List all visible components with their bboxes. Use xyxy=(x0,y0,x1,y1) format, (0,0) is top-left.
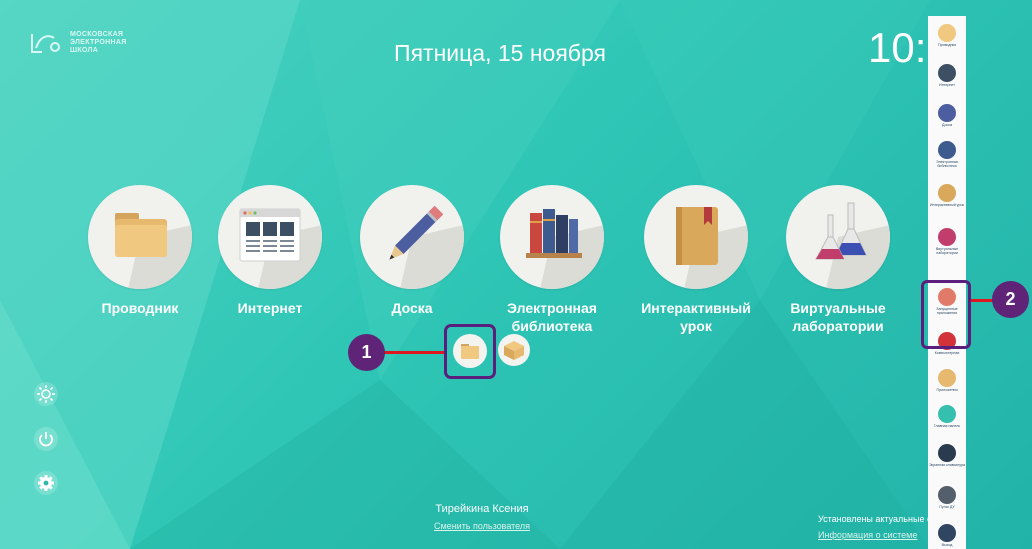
callout-badge-1: 1 xyxy=(348,334,385,371)
brand-line-2: ЭЛЕКТРОННАЯ xyxy=(70,39,127,46)
panel-item-label: Доска xyxy=(942,123,952,127)
app-label: Интернет xyxy=(237,300,303,316)
app-label: Электронная xyxy=(507,300,597,316)
desktop-screen: МОСКОВСКАЯ ЭЛЕКТРОННАЯ ШКОЛА Пятница, 15… xyxy=(0,0,1032,549)
highlight-frame-2 xyxy=(921,280,971,349)
browser-icon xyxy=(938,64,956,82)
app-internet[interactable]: Интернет xyxy=(210,185,330,317)
school-logo-icon xyxy=(31,34,60,53)
callout-line-1 xyxy=(380,351,444,354)
gear-icon xyxy=(34,471,58,495)
power-icon xyxy=(34,427,58,451)
home-icon xyxy=(938,405,956,423)
brightness-button[interactable] xyxy=(33,381,59,407)
panel-item-label: Интерактивный урок xyxy=(929,203,965,207)
panel-item-exit[interactable]: Выход xyxy=(928,524,966,547)
books-icon xyxy=(526,209,604,289)
keyboard-icon xyxy=(938,444,956,462)
panel-item-labs[interactable]: Виртуальные лаборатории xyxy=(928,228,966,255)
panel-item-label: Электронная библиотека xyxy=(936,160,958,168)
panel-item-keyboard[interactable]: Экранная клавиатура xyxy=(928,444,966,467)
settings-button[interactable] xyxy=(33,470,59,496)
books-icon xyxy=(938,141,956,159)
folder-icon xyxy=(115,213,192,289)
panel-item-home[interactable]: Главная панель xyxy=(928,405,966,428)
panel-item-explorer[interactable]: Проводник xyxy=(928,24,966,47)
panel-item-label: Экранная клавиатура xyxy=(928,463,966,467)
panel-item-internet[interactable]: Интернет xyxy=(928,64,966,87)
panel-item-remote[interactable]: Пульт ДУ xyxy=(928,486,966,509)
flasks-icon xyxy=(938,228,956,246)
panel-item-label: Интернет xyxy=(939,83,955,87)
flasks-icon xyxy=(815,202,890,289)
system-info-link[interactable]: Информация о системе xyxy=(818,530,917,540)
app-interactive-lesson[interactable]: Интерактивный урок xyxy=(636,185,756,335)
app-virtual-labs[interactable]: Виртуальные лаборатории xyxy=(778,185,898,335)
panel-item-label: Проводник xyxy=(937,43,957,47)
pencil-icon xyxy=(938,104,956,122)
browser-icon xyxy=(239,208,322,289)
app-label-line2: библиотека xyxy=(511,318,593,334)
brand-line-1: МОСКОВСКАЯ xyxy=(70,31,124,38)
updates-status: Установлены актуальные об xyxy=(818,514,938,524)
remote-icon xyxy=(938,486,956,504)
switch-user-link[interactable]: Сменить пользователя xyxy=(412,521,552,531)
panel-item-lesson[interactable]: Интерактивный урок xyxy=(928,184,966,207)
brand-line-3: ШКОЛА xyxy=(70,47,99,54)
app-label: Проводник xyxy=(101,300,179,316)
app-label: Доска xyxy=(391,300,433,316)
panel-item-library[interactable]: Электронная библиотека xyxy=(928,141,966,168)
app-label-line2: лаборатории xyxy=(792,318,884,334)
exit-icon xyxy=(938,524,956,542)
panel-item-label: Выход xyxy=(941,543,953,547)
app-label: Виртуальные xyxy=(790,300,886,316)
panel-item-board[interactable]: Доска xyxy=(928,104,966,127)
app-board[interactable]: Доска xyxy=(352,185,472,317)
panel-item-label: Главная панель xyxy=(933,424,961,428)
app-explorer[interactable]: Проводник xyxy=(80,185,200,317)
power-button[interactable] xyxy=(33,426,59,452)
panel-item-label: Виртуальные лаборатории xyxy=(935,247,959,255)
panel-item-label: Приложения xyxy=(936,388,958,392)
app-label-line2: урок xyxy=(680,318,712,334)
apps-shortcut[interactable] xyxy=(498,334,530,366)
date-label: Пятница, 15 ноября xyxy=(394,40,606,66)
notebook-icon xyxy=(938,184,956,202)
notebook-icon xyxy=(676,207,748,289)
brightness-icon xyxy=(34,382,58,406)
folder-icon xyxy=(938,24,956,42)
panel-item-applications[interactable]: Приложения xyxy=(928,369,966,392)
app-label: Интерактивный xyxy=(641,300,751,316)
callout-badge-2: 2 xyxy=(992,281,1029,318)
brand-logo: МОСКОВСКАЯ ЭЛЕКТРОННАЯ ШКОЛА xyxy=(28,30,127,56)
highlight-frame-1 xyxy=(444,324,496,379)
user-name: Тирейкина Ксения xyxy=(435,503,529,515)
box-icon xyxy=(504,341,524,360)
panel-item-label: Компьютерная xyxy=(934,351,960,355)
pencil-icon xyxy=(389,205,464,289)
box-icon xyxy=(938,369,956,387)
app-library[interactable]: Электронная библиотека xyxy=(492,185,612,335)
panel-item-label: Пульт ДУ xyxy=(939,505,955,509)
